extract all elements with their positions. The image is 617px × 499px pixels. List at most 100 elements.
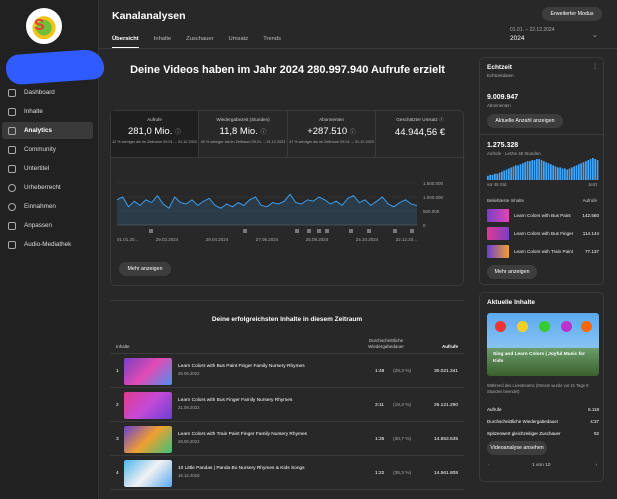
- popular-item-title: Learn Colors with Train Paint: [514, 249, 573, 254]
- more-options-icon[interactable]: ⋮: [592, 63, 598, 70]
- realtime-bar[interactable]: [550, 164, 552, 180]
- chevron-right-icon[interactable]: ›: [595, 463, 597, 468]
- event-marker[interactable]: [349, 229, 353, 233]
- realtime-bar[interactable]: [508, 168, 510, 180]
- realtime-bar[interactable]: [522, 163, 524, 180]
- event-marker[interactable]: [149, 229, 153, 233]
- chevron-left-icon[interactable]: ‹: [488, 463, 490, 468]
- sidebar-item-community[interactable]: Community: [2, 141, 93, 158]
- realtime-bar[interactable]: [487, 175, 489, 180]
- realtime-bar[interactable]: [491, 174, 494, 180]
- avg-view-percent: (19,3 %): [393, 403, 412, 408]
- popular-item[interactable]: Learn Colors with Train Paint 77.137: [487, 245, 599, 259]
- realtime-bar[interactable]: [529, 161, 531, 180]
- realtime-bar[interactable]: [573, 166, 576, 180]
- realtime-bar[interactable]: [578, 164, 580, 180]
- realtime-bar[interactable]: [531, 160, 534, 180]
- realtime-bar[interactable]: [547, 163, 550, 180]
- sidebar-item-untertitel[interactable]: Untertitel: [2, 160, 93, 177]
- realtime-bar[interactable]: [519, 164, 522, 180]
- realtime-bar[interactable]: [554, 166, 557, 180]
- sidebar-item-label: Audio-Mediathek: [24, 241, 72, 248]
- sidebar-item-einnahmen[interactable]: Einnahmen: [2, 198, 93, 215]
- realtime-bar[interactable]: [489, 174, 492, 180]
- table-row[interactable]: 2 Learn Colors with Bus Finger Family Nu…: [110, 389, 464, 422]
- realtime-bar[interactable]: [596, 160, 599, 180]
- video-thumbnail[interactable]: Sing and Learn Colors | Joyful Music for…: [487, 313, 599, 376]
- realtime-bar[interactable]: [552, 165, 555, 180]
- table-row[interactable]: 1 Learn Colors with Bus Paint Finger Fam…: [110, 355, 464, 388]
- realtime-bar[interactable]: [494, 173, 496, 180]
- realtime-bar[interactable]: [559, 167, 562, 180]
- realtime-bar[interactable]: [536, 159, 538, 180]
- table-row[interactable]: 3 Learn Colors with Train Paint Finger F…: [110, 423, 464, 456]
- event-marker[interactable]: [367, 229, 371, 233]
- realtime-bar[interactable]: [501, 171, 503, 180]
- realtime-bar[interactable]: [540, 160, 543, 180]
- kpi-revenue[interactable]: Geschätzter Umsatz ⓢ 44.944,56 €: [376, 111, 464, 157]
- realtime-bar[interactable]: [561, 168, 564, 180]
- realtime-bar[interactable]: [503, 170, 506, 180]
- kpi-subscribers[interactable]: Abonnenten +287.510 ⓘ 47 % weniger als i…: [288, 111, 376, 157]
- realtime-bar[interactable]: [538, 159, 541, 180]
- realtime-bar[interactable]: [543, 161, 545, 180]
- sidebar-item-audio-mediathek[interactable]: Audio-Mediathek: [2, 236, 93, 253]
- realtime-bar[interactable]: [594, 159, 597, 180]
- realtime-bar[interactable]: [568, 168, 571, 180]
- event-marker[interactable]: [317, 229, 321, 233]
- realtime-bar[interactable]: [524, 162, 527, 180]
- realtime-bar[interactable]: [582, 162, 585, 180]
- event-marker[interactable]: [325, 229, 329, 233]
- show-more-button[interactable]: Mehr anzeigen: [119, 262, 171, 276]
- realtime-bar[interactable]: [592, 158, 594, 180]
- popular-item-views: 142.560: [582, 213, 599, 218]
- popular-item[interactable]: Learn Colors with Bus Finger 114.144: [487, 227, 599, 241]
- video-analytics-button[interactable]: Videoanalyse ansehen: [487, 441, 547, 455]
- date-range-value[interactable]: 2024: [510, 35, 524, 42]
- section-title: Deine erfolgreichsten Inhalte in diesem …: [211, 316, 363, 323]
- realtime-bar[interactable]: [589, 159, 592, 180]
- realtime-bar[interactable]: [564, 168, 566, 180]
- kpi-value: 281,0 Mio.: [127, 126, 173, 137]
- realtime-bar[interactable]: [580, 163, 583, 180]
- realtime-bar[interactable]: [533, 160, 536, 180]
- avg-view-percent: (35,3 %): [393, 471, 412, 476]
- realtime-bar[interactable]: [545, 162, 548, 180]
- realtime-bar[interactable]: [498, 172, 501, 180]
- event-marker[interactable]: [307, 229, 311, 233]
- kpi-watchtime[interactable]: Wiedergabezeit (Stunden) 11,8 Mio. ⓘ 49 …: [199, 111, 288, 157]
- show-actual-count-button[interactable]: Aktuelle Anzahl anzeigen: [487, 114, 563, 128]
- realtime-bar[interactable]: [517, 165, 520, 180]
- popular-item[interactable]: Learn Colors with Bus Paint 142.560: [487, 209, 599, 223]
- sidebar-item-urheberrecht[interactable]: Urheberrecht: [2, 179, 93, 196]
- event-marker[interactable]: [393, 229, 397, 233]
- chevron-down-icon[interactable]: ⌄: [592, 31, 598, 39]
- realtime-bar[interactable]: [512, 166, 515, 180]
- sidebar-item-analytics[interactable]: Analytics: [2, 122, 93, 139]
- sidebar-item-anpassen[interactable]: Anpassen: [2, 217, 93, 234]
- realtime-bar[interactable]: [557, 167, 559, 180]
- realtime-bar[interactable]: [526, 161, 529, 180]
- realtime-bar[interactable]: [505, 169, 508, 180]
- advanced-mode-button[interactable]: Erweiterter Modus: [542, 7, 602, 21]
- realtime-bar[interactable]: [515, 165, 517, 180]
- date-range-label[interactable]: 01.01. – 22.12.2024: [510, 27, 555, 33]
- realtime-bar[interactable]: [571, 167, 573, 180]
- realtime-bar[interactable]: [575, 165, 578, 180]
- event-marker[interactable]: [295, 229, 299, 233]
- realtime-bar[interactable]: [587, 160, 590, 180]
- show-more-button[interactable]: Mehr anzeigen: [487, 265, 537, 279]
- event-marker[interactable]: [243, 229, 247, 233]
- channel-avatar[interactable]: S: [26, 8, 62, 44]
- event-marker[interactable]: [410, 229, 414, 233]
- customize-icon: [8, 221, 16, 230]
- sidebar-item-dashboard[interactable]: Dashboard: [2, 84, 93, 101]
- realtime-bar[interactable]: [510, 167, 513, 180]
- kpi-views[interactable]: Aufrufe 281,0 Mio. ⓘ 12 % weniger als im…: [111, 111, 199, 157]
- realtime-bar[interactable]: [566, 169, 569, 180]
- table-row[interactable]: 4 10 Little Pandas | Panda Bo Nursery Rh…: [110, 457, 464, 490]
- realtime-bar[interactable]: [496, 173, 499, 180]
- realtime-bar[interactable]: [585, 161, 587, 180]
- sidebar-item-inhalte[interactable]: Inhalte: [2, 103, 93, 120]
- stat-label: Spitzenwert gleichzeitiger Zuschauer: [487, 431, 561, 436]
